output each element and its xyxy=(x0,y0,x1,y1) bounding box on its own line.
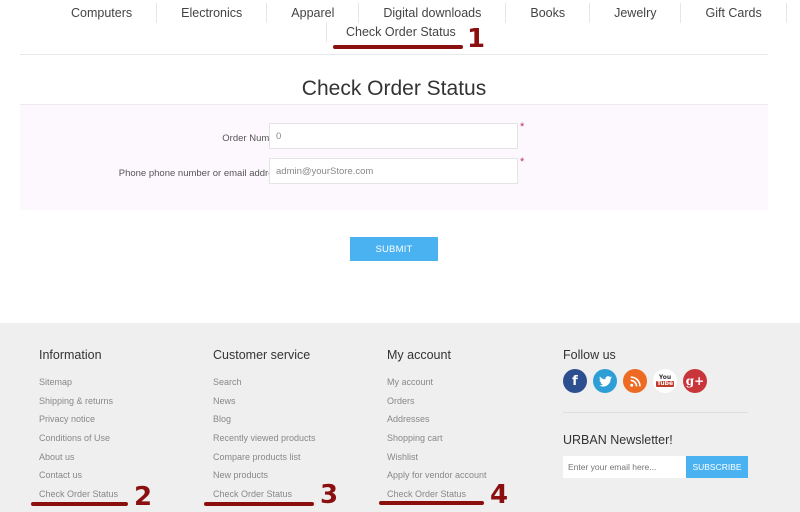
footer-link-privacy-notice[interactable]: Privacy notice xyxy=(39,410,118,429)
nav-item-jewelry[interactable]: Jewelry xyxy=(589,3,680,23)
newsletter-email-input[interactable] xyxy=(563,456,686,478)
rss-icon[interactable] xyxy=(623,369,647,393)
footer-link-contact-us[interactable]: Contact us xyxy=(39,466,118,485)
footer-link-orders[interactable]: Orders xyxy=(387,392,487,411)
google-plus-icon[interactable]: g+ xyxy=(683,369,707,393)
nav-item-electronics[interactable]: Electronics xyxy=(156,3,266,23)
order-number-input[interactable] xyxy=(269,123,518,149)
facebook-icon[interactable]: f xyxy=(563,369,587,393)
nav-item-gift-cards[interactable]: Gift Cards xyxy=(680,3,785,23)
footer-link-addresses[interactable]: Addresses xyxy=(387,410,487,429)
footer-link-recently-viewed[interactable]: Recently viewed products xyxy=(213,429,316,448)
subscribe-button[interactable]: SUBSCRIBE xyxy=(686,456,748,478)
footer-separator xyxy=(563,412,748,413)
annotation-underline-1 xyxy=(333,45,463,49)
check-order-form: Order Number * Phone phone number or ema… xyxy=(20,105,768,210)
footer: Information Sitemap Shipping & returns P… xyxy=(0,323,800,512)
top-menu-row-2: Check Order Status xyxy=(326,22,475,42)
footer-heading-my-account: My account xyxy=(387,348,451,362)
footer-link-new-products[interactable]: New products xyxy=(213,466,316,485)
footer-link-check-order-status[interactable]: Check Order Status xyxy=(39,485,118,504)
nav-item-articles[interactable]: Articles xyxy=(785,3,800,23)
newsletter-heading: URBAN Newsletter! xyxy=(563,433,673,447)
footer-link-blog[interactable]: Blog xyxy=(213,410,316,429)
footer-customer-service: Customer service Search News Blog Recent… xyxy=(213,347,316,504)
nav-item-check-order-status[interactable]: Check Order Status xyxy=(326,22,475,42)
footer-heading-customer-service: Customer service xyxy=(213,348,311,362)
required-marker: * xyxy=(520,121,525,133)
footer-link-shopping-cart[interactable]: Shopping cart xyxy=(387,429,487,448)
order-number-row: Order Number * xyxy=(20,121,768,155)
footer-heading-information: Information xyxy=(39,348,102,362)
footer-link-apply-vendor[interactable]: Apply for vendor account xyxy=(387,466,487,485)
footer-link-wishlist[interactable]: Wishlist xyxy=(387,448,487,467)
nav-divider xyxy=(20,54,768,55)
footer-my-account: My account My account Orders Addresses S… xyxy=(387,347,487,504)
social-links: f You Tube g+ xyxy=(563,369,707,393)
nav-item-books[interactable]: Books xyxy=(505,3,589,23)
footer-link-about-us[interactable]: About us xyxy=(39,448,118,467)
submit-button[interactable]: SUBMIT xyxy=(350,237,438,261)
footer-link-search[interactable]: Search xyxy=(213,373,316,392)
footer-link-my-account[interactable]: My account xyxy=(387,373,487,392)
nav-item-computers[interactable]: Computers xyxy=(47,3,156,23)
annotation-number-2: 2 xyxy=(134,482,153,512)
required-marker: * xyxy=(520,156,525,168)
annotation-number-1: 1 xyxy=(467,24,486,54)
annotation-number-4: 4 xyxy=(490,480,509,510)
youtube-icon[interactable]: You Tube xyxy=(653,369,677,393)
contact-label: Phone phone number or email address xyxy=(118,168,283,179)
top-menu-row: Computers Electronics Apparel Digital do… xyxy=(47,2,800,24)
twitter-icon[interactable] xyxy=(593,369,617,393)
footer-information: Information Sitemap Shipping & returns P… xyxy=(39,347,118,504)
footer-link-check-order-status[interactable]: Check Order Status xyxy=(213,485,316,504)
footer-link-conditions-of-use[interactable]: Conditions of Use xyxy=(39,429,118,448)
annotation-underline-4 xyxy=(379,501,484,505)
nav-item-apparel[interactable]: Apparel xyxy=(266,3,358,23)
footer-link-shipping-returns[interactable]: Shipping & returns xyxy=(39,392,118,411)
annotation-underline-2 xyxy=(31,502,128,506)
footer-link-news[interactable]: News xyxy=(213,392,316,411)
contact-input[interactable] xyxy=(269,158,518,184)
contact-row: Phone phone number or email address * xyxy=(20,156,768,190)
page-title: Check Order Status xyxy=(301,77,487,100)
footer-link-compare-products[interactable]: Compare products list xyxy=(213,448,316,467)
annotation-underline-3 xyxy=(204,502,314,506)
annotation-number-3: 3 xyxy=(320,480,339,510)
footer-link-sitemap[interactable]: Sitemap xyxy=(39,373,118,392)
footer-heading-follow-us: Follow us xyxy=(563,348,616,362)
nav-item-digital-downloads[interactable]: Digital downloads xyxy=(358,3,505,23)
